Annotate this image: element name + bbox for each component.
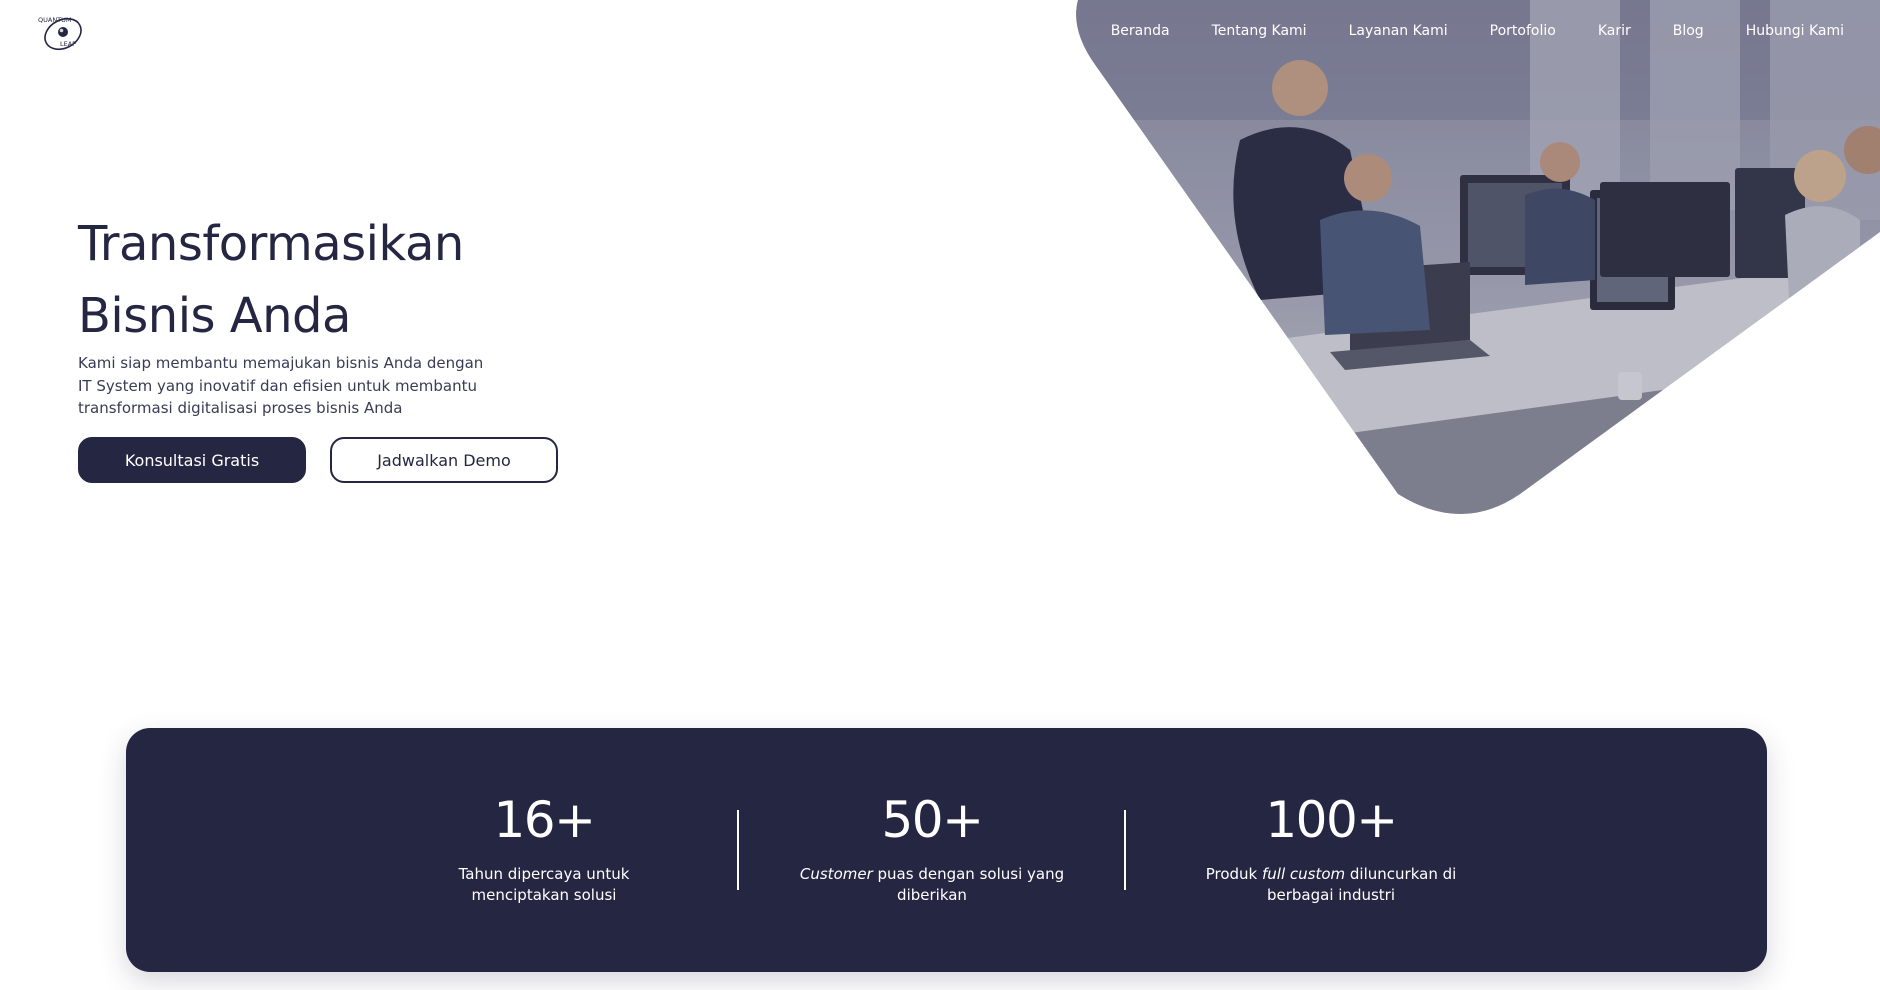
stat-years: 16+ Tahun dipercaya untuk menciptakan so… [394,788,694,906]
hero-title: Transformasikan Bisnis Anda [78,208,598,352]
nav-item-blog[interactable]: Blog [1652,22,1725,40]
stat-caption: Produk full custom diluncurkan di berbag… [1205,865,1457,904]
stat-divider [1124,810,1126,890]
nav-item-tentang-kami[interactable]: Tentang Kami [1191,22,1328,40]
nav-item-karir[interactable]: Karir [1577,22,1652,40]
schedule-demo-button[interactable]: Jadwalkan Demo [330,437,558,483]
stat-customers: 50+ Customer puas dengan solusi yang dib… [782,788,1082,906]
hero-desc-line-3: transformasi digitalisasi proses bisnis … [78,399,403,417]
logo-text-top: QUANTUM [38,16,72,24]
nav-item-beranda[interactable]: Beranda [1090,22,1191,40]
stat-value: 100+ [1265,791,1398,849]
logo-text-bottom: LEAP [60,40,76,48]
hero-desc-line-2: IT System yang inovatif dan efisien untu… [78,376,478,395]
stat-caption: Tahun dipercaya untuk menciptakan solusi [458,865,630,904]
stat-value: 16+ [493,791,596,849]
stat-products: 100+ Produk full custom diluncurkan di b… [1181,788,1481,906]
nav-item-layanan-kami[interactable]: Layanan Kami [1328,22,1469,40]
stat-divider [737,810,739,890]
hero-title-line-1: Transformasikan [78,216,464,272]
stat-value: 50+ [881,791,984,849]
stat-caption: Customer puas dengan solusi yang diberik… [799,865,1065,904]
main-nav: Beranda Tentang Kami Layanan Kami Portof… [1090,22,1844,40]
quantum-leap-logo[interactable]: QUANTUM LEAP [36,12,94,52]
stats-panel: 16+ Tahun dipercaya untuk menciptakan so… [126,728,1767,972]
hero-description: Kami siap membantu memajukan bisnis Anda… [78,352,484,420]
hero-title-line-2: Bisnis Anda [78,288,351,344]
consultation-button[interactable]: Konsultasi Gratis [78,437,306,483]
nav-item-portofolio[interactable]: Portofolio [1469,22,1577,40]
nav-item-hubungi-kami[interactable]: Hubungi Kami [1725,22,1844,40]
hero-desc-line-1: Kami siap membantu memajukan bisnis Anda… [78,354,484,372]
